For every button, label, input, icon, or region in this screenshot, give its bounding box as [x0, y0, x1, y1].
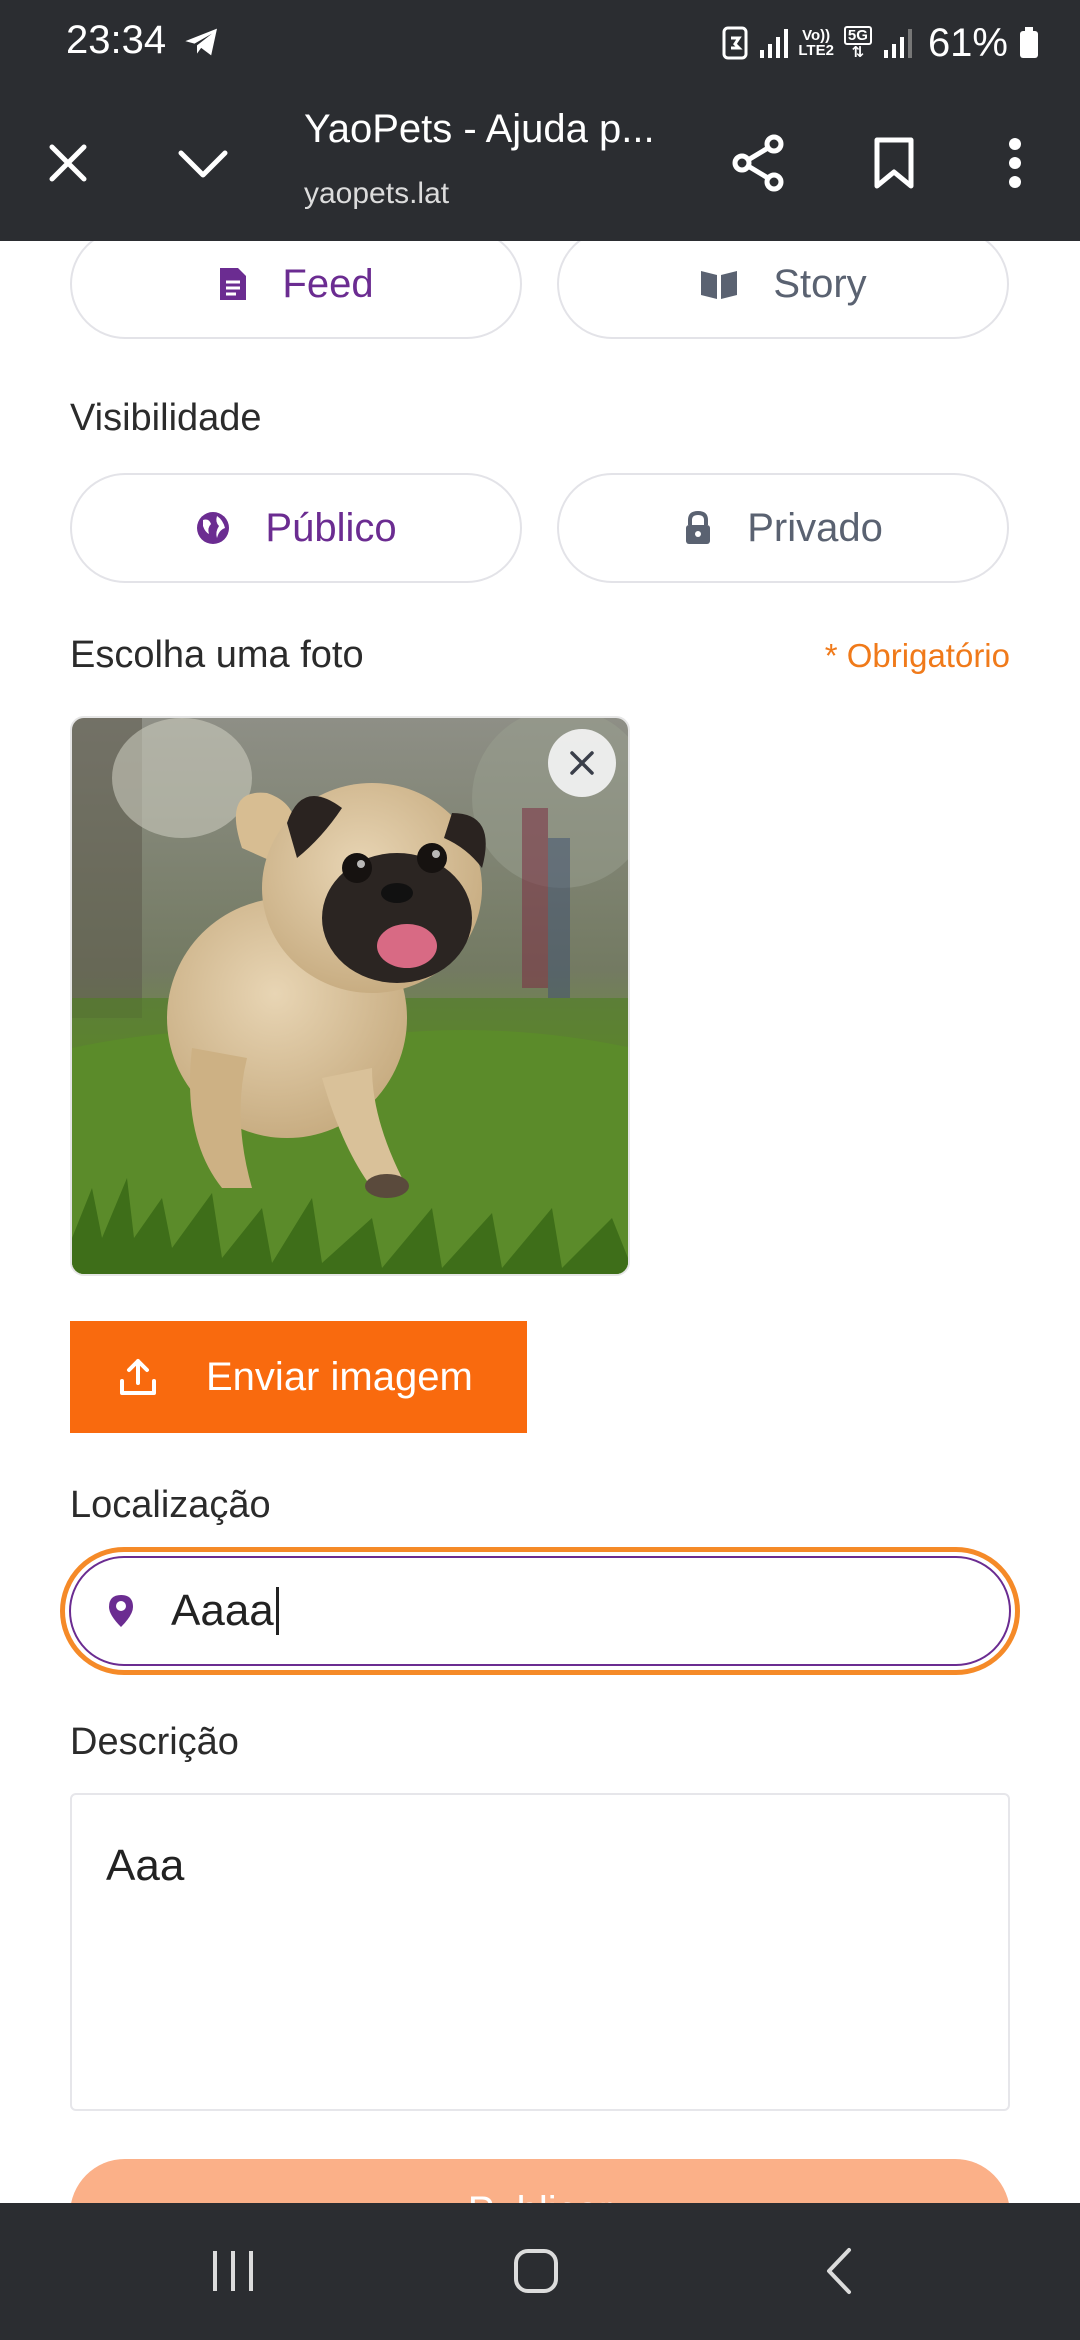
chevron-left-icon	[827, 2248, 851, 2294]
volte-label: Vo))	[802, 27, 831, 44]
more-vertical-icon	[1009, 138, 1021, 188]
bookmark-icon	[874, 137, 914, 189]
recent-apps-button[interactable]	[183, 2231, 283, 2311]
status-time: 23:34	[66, 18, 167, 62]
chevron-down-icon	[178, 150, 228, 178]
home-button[interactable]	[486, 2231, 586, 2311]
home-icon	[514, 2249, 558, 2293]
pug-photo	[72, 718, 628, 1274]
visibility-label: Visibilidade	[70, 397, 262, 439]
location-label: Localização	[70, 1484, 271, 1526]
visibility-public-button[interactable]: Público	[70, 473, 522, 583]
remove-photo-button[interactable]	[548, 729, 616, 797]
battery-icon	[1020, 27, 1038, 58]
nfc-icon	[722, 26, 748, 60]
photo-preview	[70, 716, 630, 1276]
minimize-button[interactable]	[163, 123, 243, 203]
feed-label: Feed	[282, 261, 374, 306]
system-nav-bar	[0, 2203, 1080, 2340]
page-url[interactable]: yaopets.lat	[304, 177, 449, 211]
close-icon	[49, 144, 87, 182]
story-label: Story	[773, 261, 867, 306]
post-form: Feed Story Visibilidade Público Privado …	[0, 241, 1080, 2203]
public-label: Público	[265, 505, 397, 550]
map-pin-icon	[109, 1595, 133, 1627]
post-type-feed-button[interactable]: Feed	[70, 241, 522, 339]
battery-percentage: 61%	[927, 20, 1008, 65]
recent-apps-icon	[213, 2251, 253, 2291]
lock-icon	[686, 510, 711, 544]
location-input[interactable]: Aaaa	[69, 1556, 1011, 1666]
description-textarea[interactable]: Aaa	[70, 1793, 1010, 2111]
publish-button[interactable]: Publicar	[70, 2159, 1010, 2203]
share-icon	[732, 134, 784, 192]
post-type-story-button[interactable]: Story	[557, 241, 1009, 339]
close-icon	[570, 751, 594, 775]
telegram-icon	[185, 28, 217, 56]
required-indicator: * Obrigatório	[824, 637, 1010, 674]
location-input-focus-ring: Aaaa	[60, 1547, 1020, 1675]
text-caret	[275, 1587, 279, 1635]
globe-icon	[197, 512, 230, 544]
bookmark-button[interactable]	[854, 123, 934, 203]
upload-label: Enviar imagem	[206, 1354, 473, 1399]
browser-toolbar: YaoPets - Ajuda p... yaopets.lat	[0, 85, 1080, 241]
back-button[interactable]	[789, 2231, 889, 2311]
location-value: Aaaa	[171, 1586, 274, 1635]
data-arrows-icon: ⇅	[851, 44, 865, 61]
upload-image-button[interactable]: Enviar imagem	[70, 1321, 527, 1433]
more-options-button[interactable]	[975, 123, 1055, 203]
close-tab-button[interactable]	[28, 123, 108, 203]
photo-label: Escolha uma foto	[70, 634, 364, 676]
volte-lte-indicator: Vo)) LTE2	[798, 28, 834, 58]
lte-label: LTE2	[798, 42, 834, 59]
5g-label: 5G	[843, 26, 872, 45]
share-button[interactable]	[718, 123, 798, 203]
status-icons: Vo)) LTE2 5G ⇅ 61%	[722, 18, 1040, 68]
page-title[interactable]: YaoPets - Ajuda p...	[304, 107, 655, 152]
document-icon	[220, 268, 247, 300]
signal-icon-2	[883, 29, 912, 58]
upload-icon	[120, 1359, 156, 1395]
status-bar: 23:34 Vo)) LTE2 5G ⇅ 61%	[0, 0, 1080, 85]
signal-icon	[760, 29, 789, 58]
description-label: Descrição	[70, 1721, 239, 1763]
5g-indicator: 5G ⇅	[843, 26, 872, 61]
private-label: Privado	[747, 505, 883, 550]
visibility-private-button[interactable]: Privado	[557, 473, 1009, 583]
book-open-icon	[701, 271, 738, 299]
description-value: Aaa	[106, 1841, 185, 1890]
